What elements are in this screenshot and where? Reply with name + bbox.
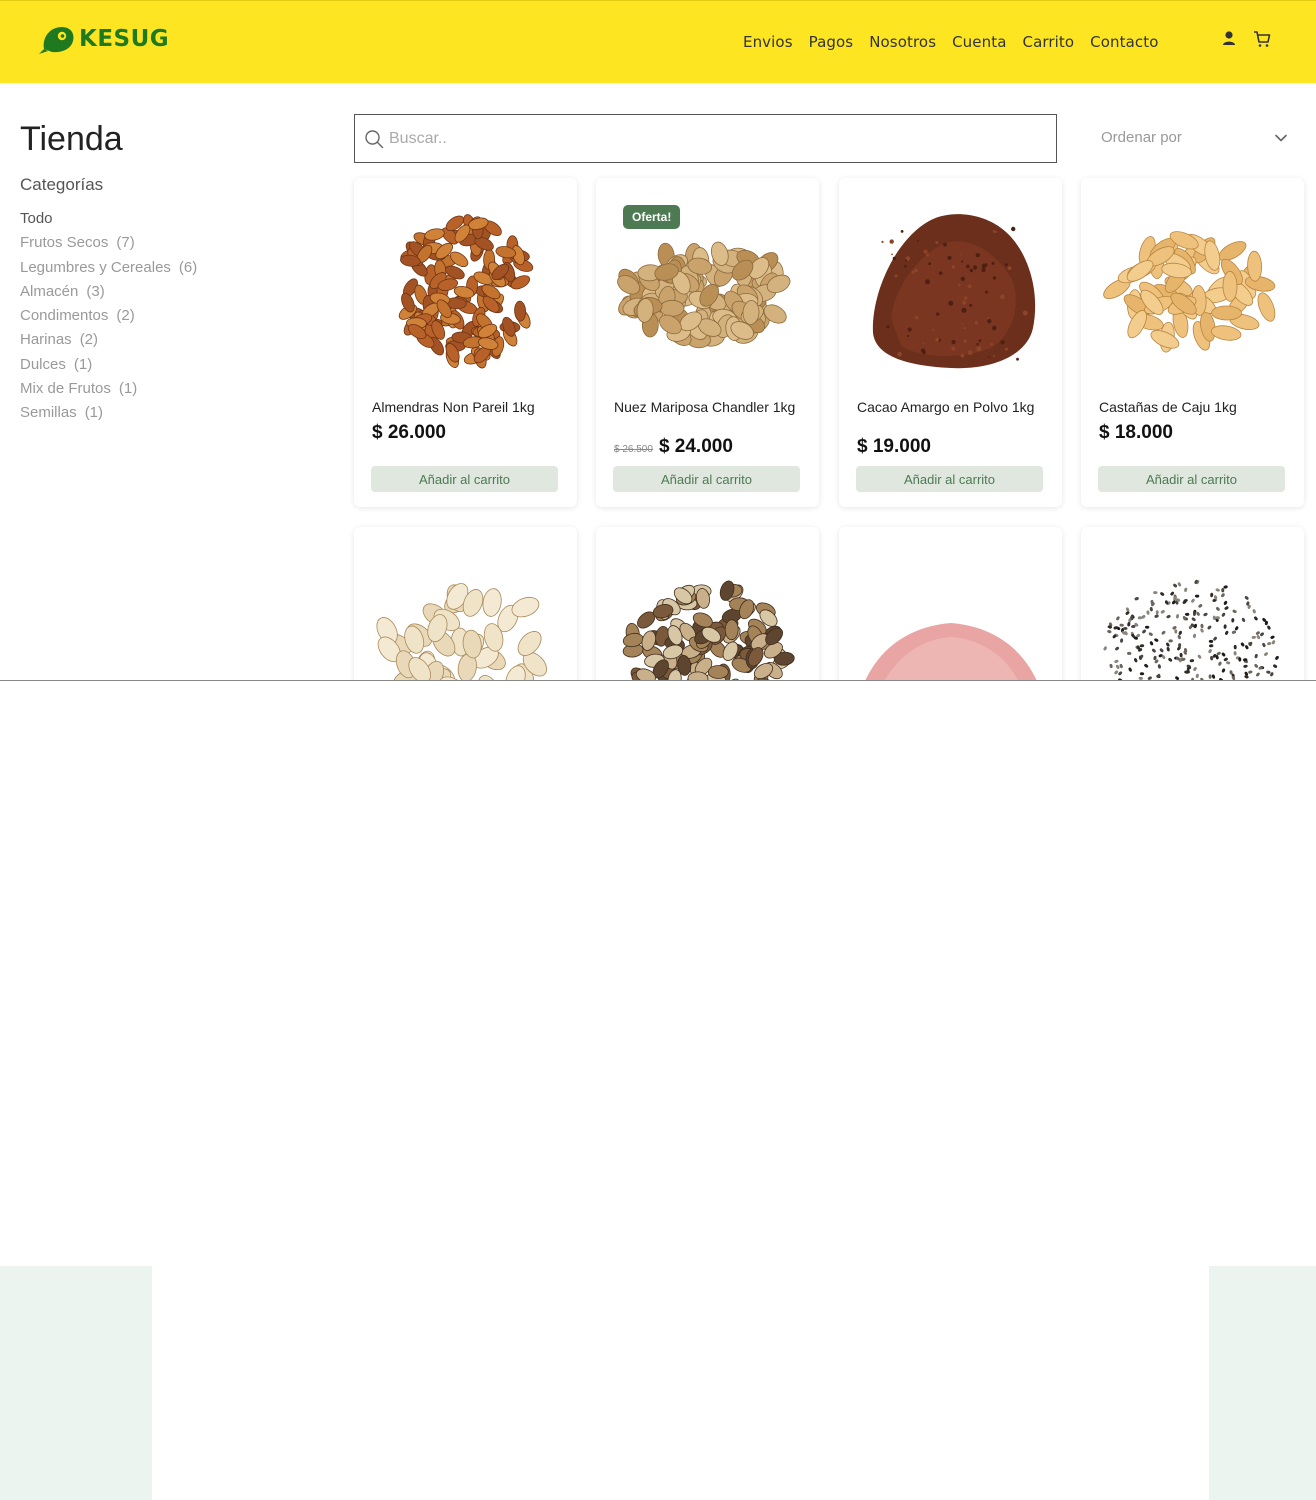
cashews-image (1103, 231, 1276, 353)
content-area (0, 681, 1316, 1266)
nav-pagos[interactable]: Pagos (809, 33, 854, 51)
category-item-todo[interactable]: Todo (20, 209, 197, 233)
main-nav: Envios Pagos Nosotros Cuenta Carrito Con… (743, 33, 1159, 51)
price-group: $ 26.500 $ 24.000 (614, 436, 733, 458)
footer-center (152, 1266, 1209, 1500)
category-count: (1) (73, 355, 93, 373)
category-item-legumbres[interactable]: Legumbres y Cereales (6) (20, 258, 197, 282)
category-item-semillas[interactable]: Semillas (1) (20, 403, 197, 427)
add-to-cart-button[interactable]: Añadir al carrito (613, 466, 800, 492)
product-price: $ 19.000 (857, 436, 931, 457)
category-item-dulces[interactable]: Dulces (1) (20, 355, 197, 379)
product-card[interactable]: Cacao Amargo en Polvo 1kg $ 19.000 Añadi… (839, 178, 1062, 507)
product-card[interactable] (1081, 527, 1304, 687)
category-name: Condimentos (20, 307, 109, 325)
mixed-nuts-image (622, 580, 795, 687)
category-count: (3) (86, 282, 105, 300)
product-card[interactable]: Castañas de Caju 1kg $ 18.000 Añadir al … (1081, 178, 1304, 507)
chia-seeds-image (1103, 579, 1279, 687)
category-name: Mix de Frutos (20, 380, 111, 398)
add-to-cart-button[interactable]: Añadir al carrito (371, 466, 558, 492)
category-name: Harinas (20, 331, 72, 349)
category-item-mix-de-frutos[interactable]: Mix de Frutos (1) (20, 379, 197, 403)
category-item-frutos-secos[interactable]: Frutos Secos (7) (20, 233, 197, 257)
category-item-harinas[interactable]: Harinas (2) (20, 330, 197, 354)
pistachios-image (376, 583, 547, 687)
product-card[interactable]: Oferta! Nuez Mariposa Chandler 1kg $ 26.… (596, 178, 819, 507)
cart-icon[interactable] (1253, 30, 1271, 48)
nav-nosotros[interactable]: Nosotros (869, 33, 936, 51)
nav-envios[interactable]: Envios (743, 33, 793, 51)
search-icon (365, 130, 384, 149)
category-name: Almacén (20, 282, 79, 300)
footer-band-right (1209, 1266, 1316, 1500)
price-group: $ 26.000 (372, 422, 446, 444)
add-to-cart-button[interactable]: Añadir al carrito (856, 466, 1043, 492)
user-icon[interactable] (1220, 30, 1238, 48)
product-card[interactable] (839, 527, 1062, 687)
category-count: (2) (79, 331, 99, 349)
original-price: $ 26.500 (614, 444, 653, 455)
product-name: Castañas de Caju 1kg (1099, 399, 1237, 415)
sale-badge: Oferta! (623, 205, 681, 229)
add-to-cart-button[interactable]: Añadir al carrito (1098, 466, 1285, 492)
logo-mark-icon (39, 27, 74, 54)
nav-cuenta[interactable]: Cuenta (952, 33, 1006, 51)
search-box (354, 114, 1057, 163)
product-price: $ 26.000 (372, 422, 446, 443)
product-price: $ 18.000 (1099, 422, 1173, 443)
category-name: Frutos Secos (20, 234, 109, 252)
price-group: $ 19.000 (857, 436, 931, 458)
category-count: (6) (178, 258, 198, 276)
category-count: (1) (118, 380, 138, 398)
product-name: Almendras Non Pareil 1kg (372, 399, 535, 415)
footer-band-left (0, 1266, 152, 1500)
category-name: Semillas (20, 404, 77, 422)
category-list: Todo Frutos Secos (7) Legumbres y Cereale… (20, 209, 197, 428)
category-item-condimentos[interactable]: Condimentos (2) (20, 306, 197, 330)
product-card[interactable] (596, 527, 819, 687)
chevron-down-icon (1275, 134, 1287, 142)
category-name: Legumbres y Cereales (20, 258, 171, 276)
nav-carrito[interactable]: Carrito (1023, 33, 1075, 51)
pink-salt-image (862, 623, 1040, 687)
price-group: $ 18.000 (1099, 422, 1173, 444)
product-card[interactable] (354, 527, 577, 687)
category-count: (7) (116, 234, 135, 252)
logo-text: KESUG (79, 26, 170, 52)
search-input[interactable] (389, 121, 1039, 156)
sort-dropdown[interactable]: Ordenar por (1101, 126, 1293, 150)
product-name: Cacao Amargo en Polvo 1kg (857, 399, 1035, 415)
category-name: Todo (20, 210, 53, 227)
almonds-image (398, 214, 534, 369)
logo[interactable]: KESUG (38, 23, 169, 55)
categories-heading: Categorías (20, 175, 104, 194)
category-item-almacen[interactable]: Almacén (3) (20, 282, 197, 306)
nav-contacto[interactable]: Contacto (1090, 33, 1158, 51)
category-count: (2) (116, 307, 135, 325)
product-price: $ 24.000 (658, 436, 733, 457)
sort-label: Ordenar por (1101, 129, 1182, 146)
page-title: Tienda (20, 120, 123, 158)
category-count: (1) (84, 404, 104, 422)
category-name: Dulces (20, 355, 66, 373)
product-card[interactable]: Almendras Non Pareil 1kg $ 26.000 Añadir… (354, 178, 577, 507)
product-name: Nuez Mariposa Chandler 1kg (614, 399, 796, 415)
cocoa-powder-image (872, 214, 1036, 369)
site-header: KESUG Envios Pagos Nosotros Cuenta Carri… (0, 0, 1316, 83)
